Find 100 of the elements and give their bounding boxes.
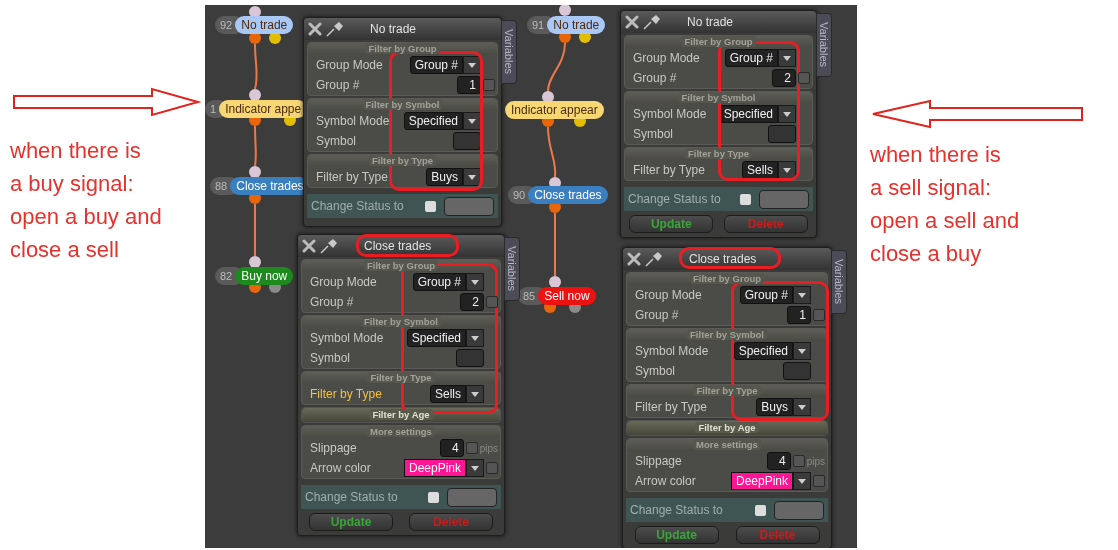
- port-dot[interactable]: [249, 256, 261, 268]
- input-field[interactable]: [453, 132, 481, 150]
- dropdown-button[interactable]: [466, 385, 484, 403]
- dropdown-field[interactable]: Sells: [430, 385, 466, 403]
- dropdown-button[interactable]: [463, 112, 481, 130]
- dropdown-field[interactable]: Specified: [406, 329, 466, 347]
- port-dot[interactable]: [249, 89, 261, 101]
- dropdown-field[interactable]: Group #: [739, 286, 793, 304]
- number-field[interactable]: 1: [457, 76, 481, 94]
- section-header[interactable]: Filter by Age: [369, 409, 433, 420]
- dropdown-button[interactable]: [793, 342, 811, 360]
- flow-node[interactable]: Close trades: [528, 186, 608, 204]
- dropdown-button[interactable]: [793, 286, 811, 304]
- status-field[interactable]: [444, 196, 494, 216]
- checkbox[interactable]: [486, 462, 498, 474]
- caret-icon: [471, 391, 479, 397]
- connector-line: [554, 212, 556, 277]
- dropdown-button[interactable]: [778, 105, 796, 123]
- dropdown-field[interactable]: Sells: [742, 161, 778, 179]
- section-header[interactable]: Filter by Symbol: [678, 92, 759, 103]
- checkbox[interactable]: [425, 200, 436, 212]
- dropdown-button[interactable]: [466, 273, 484, 291]
- section-header[interactable]: More settings: [693, 439, 761, 450]
- dropdown-button[interactable]: [463, 168, 481, 186]
- section-header[interactable]: Filter by Age: [695, 422, 759, 433]
- variables-tab[interactable]: Variables: [831, 250, 847, 314]
- checkbox[interactable]: [486, 296, 498, 308]
- update-button[interactable]: Update: [629, 215, 714, 233]
- pin-icon[interactable]: [320, 238, 338, 254]
- dropdown-field[interactable]: DeepPink: [403, 459, 466, 477]
- variables-tab[interactable]: Variables: [501, 20, 517, 84]
- section-header[interactable]: Filter by Symbol: [362, 99, 443, 110]
- checkbox[interactable]: [798, 72, 810, 84]
- close-icon[interactable]: [625, 15, 639, 29]
- section-header[interactable]: Filter by Type: [368, 155, 437, 166]
- update-button[interactable]: Update: [634, 526, 719, 544]
- input-field[interactable]: [456, 349, 484, 367]
- dropdown-button[interactable]: [778, 49, 796, 67]
- pin-icon[interactable]: [326, 21, 344, 37]
- dropdown-field[interactable]: Group #: [412, 273, 466, 291]
- dropdown-field[interactable]: Group #: [724, 49, 778, 67]
- close-icon[interactable]: [302, 239, 316, 253]
- dropdown-field[interactable]: Specified: [403, 112, 463, 130]
- flow-node[interactable]: Buy now: [235, 267, 294, 285]
- checkbox[interactable]: [813, 309, 825, 321]
- dropdown-button[interactable]: [466, 459, 484, 477]
- number-field[interactable]: 2: [460, 293, 484, 311]
- pin-icon[interactable]: [643, 14, 661, 30]
- number-field[interactable]: 2: [772, 69, 796, 87]
- checkbox[interactable]: [813, 475, 825, 487]
- variables-tab[interactable]: Variables: [816, 13, 832, 77]
- status-field[interactable]: [759, 189, 809, 209]
- update-button[interactable]: Update: [309, 513, 393, 531]
- dropdown-button[interactable]: [466, 329, 484, 347]
- number-field[interactable]: 4: [766, 452, 791, 470]
- dropdown-field[interactable]: Group #: [409, 56, 463, 74]
- status-field[interactable]: [774, 500, 824, 520]
- checkbox[interactable]: [740, 193, 751, 205]
- dropdown-button[interactable]: [793, 398, 811, 416]
- dropdown-field[interactable]: Buys: [426, 168, 463, 186]
- dropdown-field[interactable]: Specified: [733, 342, 793, 360]
- checkbox[interactable]: [483, 79, 495, 91]
- section-header[interactable]: Filter by Group: [363, 260, 439, 271]
- close-icon[interactable]: [308, 22, 322, 36]
- section-header[interactable]: Filter by Group: [365, 43, 440, 54]
- dropdown-field[interactable]: Buys: [756, 398, 793, 416]
- flow-node[interactable]: Indicator appear: [505, 101, 604, 119]
- input-field[interactable]: [768, 125, 796, 143]
- status-field[interactable]: [447, 487, 497, 507]
- section-header[interactable]: Filter by Type: [684, 148, 753, 159]
- section-header[interactable]: Filter by Symbol: [687, 329, 767, 340]
- status-label: Change Status to: [630, 503, 724, 517]
- flow-node[interactable]: No trade: [547, 16, 606, 34]
- close-icon[interactable]: [627, 252, 641, 266]
- dropdown-button[interactable]: [778, 161, 796, 179]
- checkbox[interactable]: [755, 504, 766, 516]
- section-header[interactable]: Filter by Group: [689, 273, 765, 284]
- number-field[interactable]: 1: [787, 306, 811, 324]
- section-header[interactable]: Filter by Type: [367, 372, 435, 383]
- number-field[interactable]: 4: [439, 439, 464, 457]
- flow-node[interactable]: Sell now: [538, 287, 596, 305]
- section-header[interactable]: Filter by Symbol: [361, 316, 441, 327]
- dropdown-field[interactable]: DeepPink: [730, 472, 793, 490]
- caret-icon: [798, 478, 806, 484]
- section-header[interactable]: Filter by Group: [681, 36, 756, 47]
- input-field[interactable]: [783, 362, 811, 380]
- flow-node[interactable]: No trade: [235, 16, 294, 34]
- port-dot[interactable]: [249, 166, 261, 178]
- dropdown-button[interactable]: [463, 56, 481, 74]
- variables-tab[interactable]: Variables: [504, 237, 520, 301]
- checkbox[interactable]: [428, 491, 439, 503]
- caret-icon: [783, 111, 791, 117]
- dropdown-field[interactable]: Specified: [718, 105, 778, 123]
- pin-icon[interactable]: [645, 251, 663, 267]
- port-dot[interactable]: [549, 276, 561, 288]
- section-header[interactable]: Filter by Type: [693, 385, 761, 396]
- dropdown-button[interactable]: [793, 472, 811, 490]
- section-header[interactable]: More settings: [367, 426, 435, 437]
- checkbox[interactable]: [792, 455, 805, 467]
- checkbox[interactable]: [465, 442, 478, 454]
